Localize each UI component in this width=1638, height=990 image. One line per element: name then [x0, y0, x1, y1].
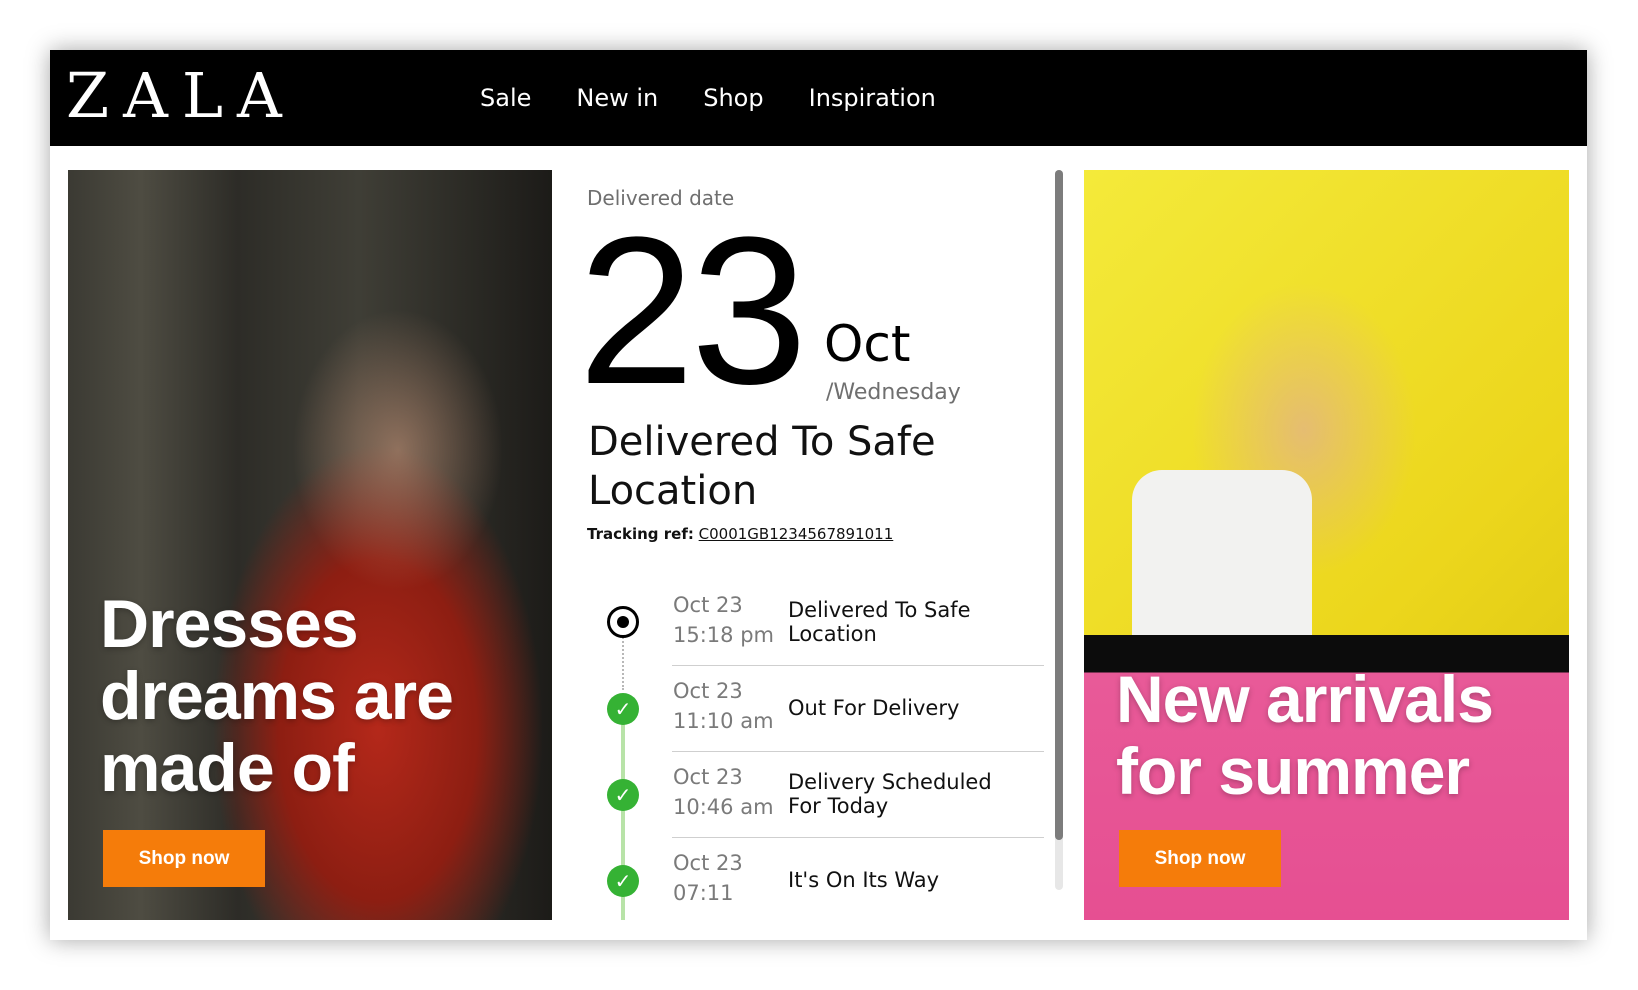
timeline-event-datetime: Oct 23 11:10 am: [673, 676, 774, 736]
nav-inspiration[interactable]: Inspiration: [809, 84, 936, 112]
timeline-event: ✓ Oct 23 10:46 am Delivery Scheduled For…: [564, 752, 1054, 838]
check-circle-icon: ✓: [607, 693, 639, 725]
tracking-ref: Tracking ref: C0001GB1234567891011: [587, 525, 893, 543]
timeline-event-time: 10:46 am: [673, 795, 774, 819]
tracking-ref-link[interactable]: C0001GB1234567891011: [699, 525, 894, 543]
timeline-event-time: 07:11: [673, 881, 734, 905]
top-navbar: ZALA Sale New in Shop Inspiration: [50, 50, 1587, 146]
timeline-event-desc: Delivery Scheduled For Today: [788, 770, 992, 818]
delivery-status-title: Delivered To Safe Location: [588, 419, 936, 514]
timeline-event-datetime: Oct 23 15:18 pm: [673, 590, 774, 650]
timeline-event-date: Oct 23: [673, 679, 743, 703]
delivered-month: Oct: [824, 315, 911, 373]
timeline-event-date: Oct 23: [673, 851, 743, 875]
check-circle-icon: ✓: [607, 779, 639, 811]
timeline-event-desc: It's On Its Way: [788, 868, 940, 892]
tracking-ref-label: Tracking ref:: [587, 525, 694, 543]
delivered-weekday: /Wednesday: [826, 380, 961, 405]
main-nav: Sale New in Shop Inspiration: [480, 50, 981, 146]
timeline-event-time: 15:18 pm: [673, 623, 774, 647]
timeline-event-desc: Delivered To Safe Location: [788, 598, 971, 646]
tracking-scrollbar[interactable]: [1055, 170, 1063, 890]
nav-new-in[interactable]: New in: [576, 84, 658, 112]
promo-dresses[interactable]: Dresses dreams are made of Shop now: [68, 170, 552, 920]
nav-sale[interactable]: Sale: [480, 84, 531, 112]
promo-new-arrivals-heading: New arrivals for summer: [1116, 662, 1494, 808]
promo-new-arrivals-shop-button[interactable]: Shop now: [1119, 830, 1281, 887]
promo-new-arrivals[interactable]: New arrivals for summer Shop now: [1084, 170, 1569, 920]
timeline-event-datetime: Oct 23 07:11: [673, 848, 743, 908]
delivery-tracking-panel: Delivered date 23 Oct /Wednesday Deliver…: [564, 170, 1054, 920]
timeline-event-desc: Out For Delivery: [788, 696, 960, 720]
check-circle-icon: ✓: [607, 865, 639, 897]
timeline-event-time: 11:10 am: [673, 709, 774, 733]
promo-dresses-heading: Dresses dreams are made of: [100, 586, 454, 806]
radio-current-icon: [607, 606, 639, 638]
scrollbar-thumb[interactable]: [1055, 170, 1063, 840]
promo-image-top: [1132, 470, 1312, 635]
delivered-day: 23: [578, 193, 808, 428]
timeline-event-date: Oct 23: [673, 765, 743, 789]
timeline-event: ✓ Oct 23 07:11 It's On Its Way: [564, 838, 1054, 920]
timeline-event: ✓ Oct 23 11:10 am Out For Delivery: [564, 666, 1054, 752]
timeline-event: Oct 23 15:18 pm Delivered To Safe Locati…: [564, 580, 1054, 666]
promo-dresses-shop-button[interactable]: Shop now: [103, 830, 265, 887]
nav-shop[interactable]: Shop: [703, 84, 763, 112]
timeline-event-datetime: Oct 23 10:46 am: [673, 762, 774, 822]
zala-logo[interactable]: ZALA: [66, 60, 296, 132]
timeline-event-date: Oct 23: [673, 593, 743, 617]
app-window: ZALA Sale New in Shop Inspiration Dresse…: [50, 50, 1587, 940]
